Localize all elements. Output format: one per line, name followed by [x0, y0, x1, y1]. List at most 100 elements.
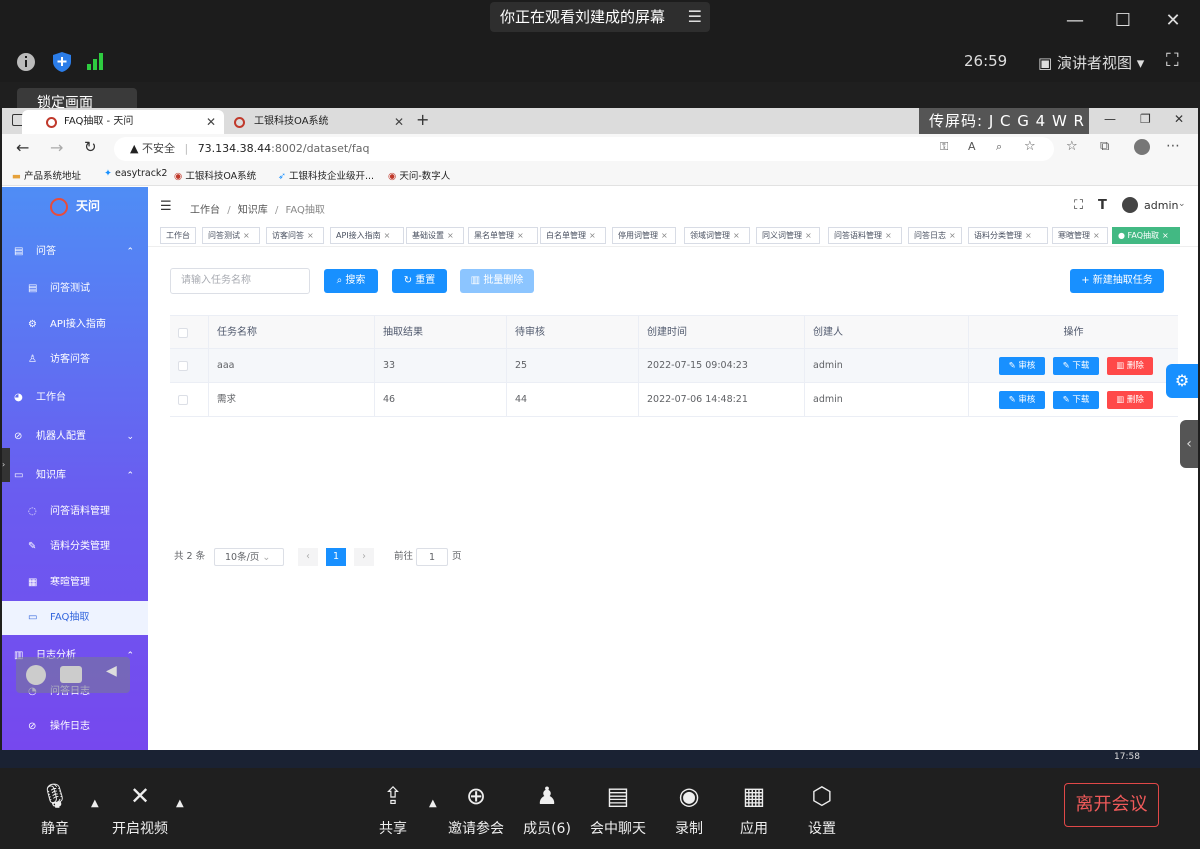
bookmark-item[interactable]: ➶ 工银科技企业级开... [278, 168, 374, 182]
download-button[interactable]: ✎ 下载 [1053, 391, 1099, 409]
restore-icon[interactable]: ❐ [1140, 112, 1151, 126]
new-task-button[interactable]: + 新建抽取任务 [1070, 269, 1164, 293]
task-name-input[interactable]: 请输入任务名称 [170, 268, 310, 294]
page-number[interactable]: 1 [326, 548, 346, 566]
download-button[interactable]: ✎ 下载 [1053, 357, 1099, 375]
row-checkbox[interactable] [178, 395, 188, 405]
sidebar-item-faq[interactable]: ▭ FAQ抽取 [2, 601, 148, 635]
favorite-icon[interactable]: ☆ [1024, 139, 1036, 154]
tag-item[interactable]: 停用词管理 × [612, 227, 676, 244]
sidebar-item-greeting[interactable]: ▦ 寒暄管理 [2, 566, 148, 600]
tag-item[interactable]: 问答日志 × [908, 227, 962, 244]
tag-item[interactable]: 工作台 [160, 227, 196, 244]
close-icon[interactable]: ✕ [1158, 8, 1188, 34]
batch-delete-button[interactable]: ▥ 批量删除 [460, 269, 534, 293]
sidebar-item-visitor-qa[interactable]: ♙ 访客问答 [2, 343, 148, 377]
tag-item[interactable]: 访客问答 × [266, 227, 324, 244]
collapse-left-icon[interactable]: ◀ [106, 663, 117, 679]
tag-item[interactable]: 领域词管理 × [684, 227, 750, 244]
collections-icon[interactable]: ⧉ [1100, 139, 1109, 154]
delete-button[interactable]: ▥ 删除 [1107, 357, 1153, 375]
tag-item[interactable]: 问答测试 × [202, 227, 260, 244]
app-logo[interactable]: 天问 [2, 187, 148, 225]
sidebar-item-api-guide[interactable]: ⚙ API接入指南 [2, 308, 148, 342]
chat-bubble-icon[interactable] [60, 666, 82, 683]
tag-item[interactable]: 语料分类管理 × [968, 227, 1048, 244]
url-input[interactable]: ▲ 不安全 | 73.134.38.44:8002/dataset/faq [114, 137, 1054, 161]
bookmark-item[interactable]: ◉ 天问-数字人 [388, 168, 450, 182]
emoji-icon[interactable] [26, 665, 46, 685]
hamburger-icon[interactable]: ☰ [160, 199, 172, 214]
browser-tab-faq[interactable]: FAQ抽取 - 天问 ✕ [22, 110, 224, 134]
sidebar-item-qa-test[interactable]: ▤ 问答测试 [2, 272, 148, 306]
invite-button[interactable]: ⊕ 邀请参会 [436, 780, 516, 840]
zoom-icon[interactable]: ⌕ [996, 140, 1002, 154]
select-all-checkbox[interactable] [178, 328, 188, 338]
sidebar-item-workbench[interactable]: ◕ 工作台 [2, 381, 148, 415]
members-button[interactable]: ♟ 成员(6) [507, 780, 587, 840]
mute-button[interactable]: 🎙 静音 [15, 780, 95, 840]
bookmark-item[interactable]: ◉ 工银科技OA系统 [174, 168, 256, 182]
forward-icon[interactable]: → [50, 138, 63, 157]
reset-button[interactable]: ↻ 重置 [392, 269, 447, 293]
shield-icon[interactable] [52, 51, 72, 73]
fullscreen-icon[interactable]: ⛶ [1074, 198, 1083, 213]
tag-item[interactable]: 白名单管理 × [540, 227, 606, 244]
bookmark-item[interactable]: ▬ 产品系统地址 [12, 168, 81, 182]
tag-item[interactable]: 同义词管理 × [756, 227, 820, 244]
sidebar-item-corpus[interactable]: ◌ 问答语料管理 [2, 495, 148, 529]
chevron-up-icon[interactable]: ▲ [91, 798, 99, 809]
avatar[interactable] [1122, 197, 1138, 213]
key-icon[interactable]: ⚿ [940, 140, 948, 154]
next-page-icon[interactable]: › [354, 548, 374, 566]
sidebar-item-qa[interactable]: ▤ 问答 ⌃ [2, 235, 148, 269]
browser-tab-oa[interactable]: 工银科技OA系统 ✕ [224, 110, 412, 134]
review-button[interactable]: ✎ 审核 [999, 357, 1045, 375]
chevron-down-icon[interactable]: ⌄ [1178, 199, 1186, 209]
new-tab-icon[interactable]: + [416, 110, 429, 129]
goto-page-input[interactable]: 1 [416, 548, 448, 566]
tag-item[interactable]: 寒暄管理 × [1052, 227, 1108, 244]
prev-page-icon[interactable]: ‹ [298, 548, 318, 566]
back-icon[interactable]: ← [16, 138, 29, 157]
tag-item[interactable]: 基础设置 × [406, 227, 464, 244]
row-checkbox[interactable] [178, 361, 188, 371]
close-icon[interactable]: ✕ [1174, 112, 1184, 126]
user-name[interactable]: admin [1144, 199, 1178, 212]
font-size-icon[interactable]: T [1098, 198, 1107, 213]
info-icon[interactable] [16, 52, 36, 72]
maximize-icon[interactable]: ☐ [1108, 8, 1138, 34]
tag-item[interactable]: 问答语料管理 × [828, 227, 902, 244]
profile-avatar[interactable] [1134, 139, 1150, 155]
close-tab-icon[interactable]: ✕ [206, 110, 216, 134]
fullscreen-icon[interactable]: ⛶ [1166, 50, 1179, 71]
sidebar-item-op-log[interactable]: ⊘ 操作日志 [2, 710, 148, 744]
sidebar-item-robot-config[interactable]: ⊘ 机器人配置 ⌄ [2, 420, 148, 454]
more-icon[interactable]: ⋯ [1166, 138, 1180, 154]
review-button[interactable]: ✎ 审核 [999, 391, 1045, 409]
tag-item-active[interactable]: ● FAQ抽取 × [1112, 227, 1180, 244]
settings-gear-icon[interactable]: ⚙ [1166, 364, 1198, 398]
settings-button[interactable]: ⬡ 设置 [782, 780, 862, 840]
favorites-icon[interactable]: ☆ [1066, 139, 1078, 154]
chat-button[interactable]: ▤ 会中聊天 [578, 780, 658, 840]
side-handle-icon[interactable]: › [2, 448, 10, 482]
read-aloud-icon[interactable]: A [968, 140, 976, 153]
reload-icon[interactable]: ↻ [84, 138, 97, 156]
menu-icon[interactable]: ☰ [688, 2, 702, 32]
tag-item[interactable]: 黑名单管理 × [468, 227, 538, 244]
sidebar-item-knowledge[interactable]: ▭ 知识库 ⌃ [2, 459, 148, 493]
delete-button[interactable]: ▥ 删除 [1107, 391, 1153, 409]
minimize-icon[interactable]: — [1104, 112, 1116, 126]
chevron-left-icon[interactable]: ‹ [1180, 420, 1198, 468]
search-button[interactable]: ⌕ 搜索 [324, 269, 378, 293]
minimize-icon[interactable]: — [1060, 8, 1090, 34]
sidebar-item-category[interactable]: ✎ 语料分类管理 [2, 530, 148, 564]
share-button[interactable]: ⇪ 共享 [353, 780, 433, 840]
close-tab-icon[interactable]: ✕ [394, 110, 404, 134]
presenter-view-button[interactable]: ▣ 演讲者视图 ▾ [1038, 52, 1144, 73]
chevron-up-icon[interactable]: ▲ [176, 798, 184, 809]
bookmark-item[interactable]: ✦ easytrack2 [104, 168, 167, 179]
leave-meeting-button[interactable]: 离开会议 [1064, 783, 1159, 827]
page-size-select[interactable]: 10条/页 ⌄ [214, 548, 284, 566]
